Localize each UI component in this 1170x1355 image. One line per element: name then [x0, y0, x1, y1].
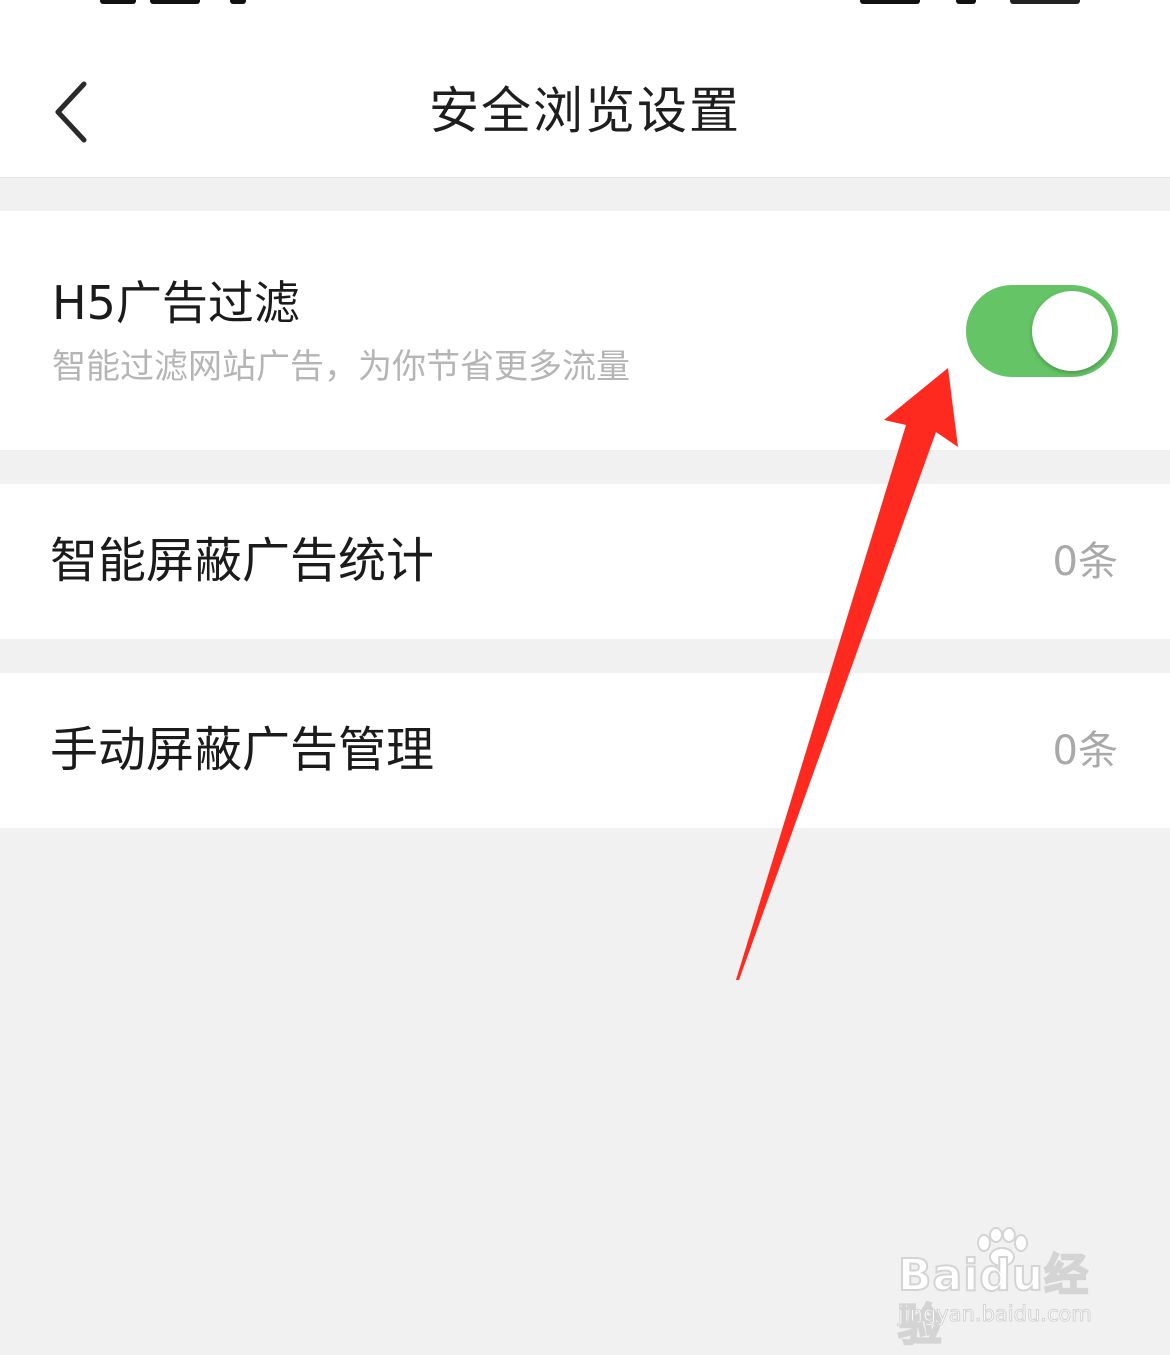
h5-ad-filter-description: 智能过滤网站广告，为你节省更多流量	[52, 347, 630, 387]
watermark-url: jingyan.baidu.com	[898, 1302, 1093, 1327]
baidu-jingyan-watermark: Baidu经验 jingyan.baidu.com	[890, 1225, 1120, 1352]
toggle-knob	[1032, 291, 1112, 371]
h5-ad-filter-title: H5广告过滤	[52, 276, 300, 330]
nav-bar: 安全浏览设置	[0, 40, 1170, 178]
smart-block-stats-label: 智能屏蔽广告统计	[50, 533, 435, 589]
status-time	[100, 0, 270, 6]
smart-block-stats-count: 0条	[1052, 539, 1118, 585]
h5-ad-filter-row: H5广告过滤 智能过滤网站广告，为你节省更多流量	[0, 211, 1170, 450]
manual-block-manage-row[interactable]: 手动屏蔽广告管理 0条	[0, 673, 1170, 828]
manual-block-manage-count: 0条	[1052, 728, 1118, 774]
status-bar	[0, 0, 1170, 40]
h5-ad-filter-toggle[interactable]	[966, 285, 1118, 377]
page-title: 安全浏览设置	[429, 82, 741, 140]
status-icons	[860, 0, 1090, 6]
manual-block-manage-label: 手动屏蔽广告管理	[50, 722, 435, 778]
smart-block-stats-row[interactable]: 智能屏蔽广告统计 0条	[0, 484, 1170, 639]
